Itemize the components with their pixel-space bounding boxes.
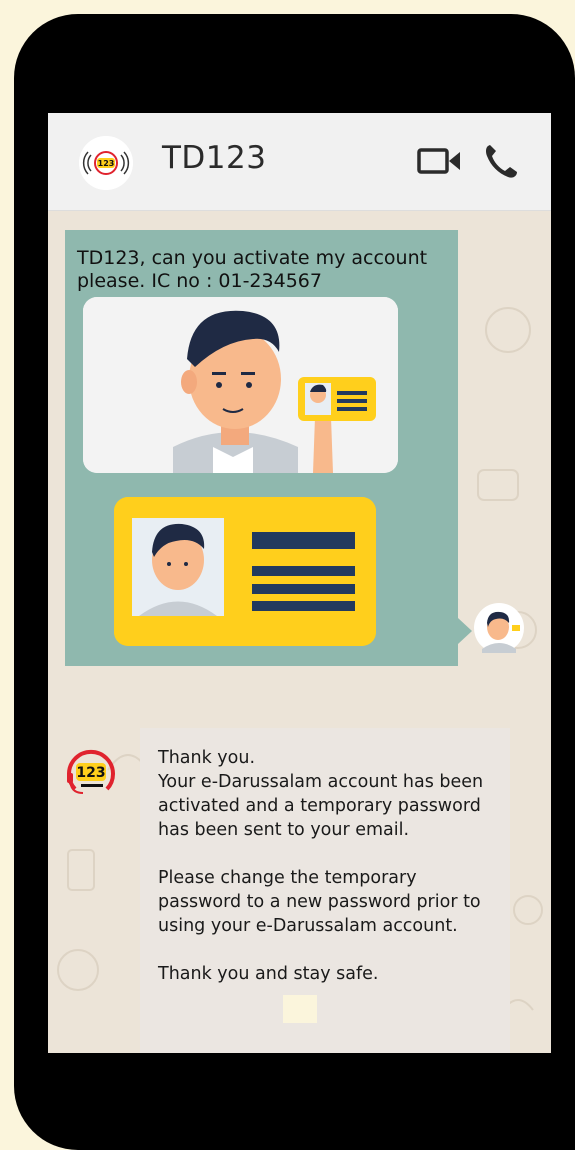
chat-screen: 123 TD123 TD123, can you activate my acc… [48, 113, 551, 1053]
phone-frame: 123 TD123 TD123, can you activate my acc… [14, 14, 575, 1150]
id-card-image[interactable] [114, 497, 376, 646]
selfie-with-id-image[interactable] [83, 297, 398, 473]
logo-number: 123 [76, 765, 105, 781]
incoming-message-text: Thank you. Your e-Darussalam account has… [158, 748, 484, 984]
contact-avatar[interactable]: 123 [79, 136, 133, 190]
outgoing-bubble-tail [458, 618, 472, 644]
incoming-message-bubble[interactable]: Thank you. Your e-Darussalam account has… [140, 728, 510, 1053]
outgoing-message-text: TD123, can you activate my account pleas… [77, 247, 428, 292]
td123-logo-icon: 123 [67, 749, 115, 794]
video-call-icon[interactable] [417, 147, 462, 175]
user-avatar[interactable] [474, 603, 524, 653]
home-button[interactable] [283, 995, 317, 1023]
chat-title: TD123 [162, 140, 267, 176]
logo-number: 123 [98, 159, 115, 168]
outgoing-message-bubble[interactable]: TD123, can you activate my account pleas… [65, 230, 458, 666]
chat-header: 123 TD123 [48, 113, 551, 211]
phone-call-icon[interactable] [484, 143, 518, 179]
